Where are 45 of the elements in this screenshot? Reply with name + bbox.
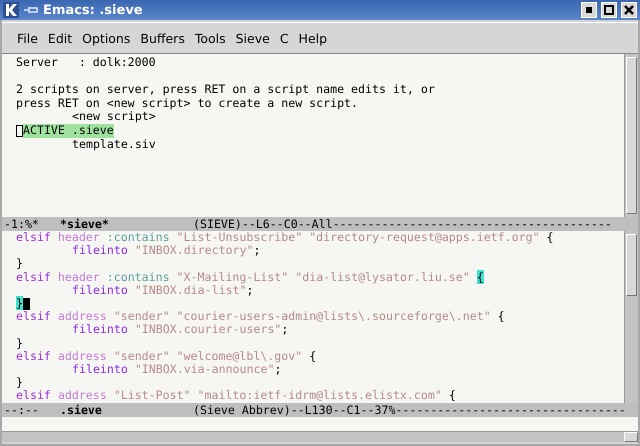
mode-position: (Sieve Abbrev)--L130--C1--37%--------------------------------- — [193, 403, 626, 417]
buffer-name: .sieve — [60, 403, 103, 417]
script-entry[interactable]: ACTIVE .sieve — [23, 124, 114, 138]
pin-icon[interactable] — [23, 5, 39, 15]
menu-item[interactable]: Buffers — [135, 28, 190, 48]
menu-item[interactable]: Tools — [190, 28, 231, 48]
minimize-button[interactable] — [581, 2, 597, 18]
instructions-text: 2 scripts on server, press RET on a script name edits it, or press RET on <new script> to create a new script. — [16, 83, 435, 110]
code-line: } — [16, 376, 23, 390]
menu-item[interactable]: Edit — [42, 28, 78, 48]
scrollbar-thumb[interactable] — [626, 57, 637, 214]
scrollbar[interactable] — [624, 231, 638, 403]
code-line: elsif header :contains "List-Unsubscribe" "directory-request@apps.ietf.org" { — [16, 231, 554, 244]
maximize-button[interactable] — [601, 2, 617, 18]
script-entry[interactable]: <new script> — [72, 110, 156, 124]
app-logo-icon — [3, 2, 19, 18]
code-line: elsif address "sender" "welcome@lbl\.gov" { — [16, 350, 316, 364]
maximize-icon — [604, 5, 614, 15]
buffer-status: -1:%* — [4, 217, 40, 231]
scrollbar-thumb[interactable] — [626, 234, 637, 296]
window-title: Emacs: .sieve — [43, 2, 144, 18]
mode-position: (SIEVE)--L6--C0--All---------------------------------------- — [193, 217, 612, 231]
menu-item[interactable]: Help — [294, 28, 332, 48]
menu-item[interactable]: C — [274, 28, 294, 48]
code-line: fileinto "INBOX.via-announce"; — [71, 363, 282, 376]
scrollbar[interactable] — [624, 54, 638, 217]
close-icon — [624, 5, 634, 15]
buffer-name: *sieve* — [60, 217, 110, 231]
code-line: } — [16, 257, 23, 271]
code-line: elsif header :contains "X-Mailing-List" "dia-list@lysator.liu.se" { — [16, 270, 484, 284]
scrollbar-handle[interactable] — [624, 432, 638, 442]
menu-item[interactable]: Sieve — [230, 28, 275, 48]
menu-item[interactable]: File — [12, 28, 43, 48]
code-line: fileinto "INBOX.courier-users"; — [71, 323, 288, 337]
code-line: elsif address "List-Post" "mailto:ietf-idrm@lists.elistx.com" { — [16, 389, 456, 403]
buffer-status: --:-- — [4, 403, 40, 417]
server-line: Server : dolk:2000 — [16, 56, 156, 70]
code-line: fileinto "INBOX.directory"; — [71, 244, 260, 258]
code-line: } — [16, 336, 23, 350]
close-button[interactable] — [621, 2, 637, 18]
menu-item[interactable]: Options — [77, 28, 136, 48]
minimize-icon — [586, 7, 592, 13]
code-line: elsif address "sender" "courier-users-admin@lists\.sourceforge\.net" { — [16, 310, 505, 324]
script-entry[interactable]: template.siv — [72, 138, 156, 152]
code-line: fileinto "INBOX.dia-list"; — [71, 284, 254, 298]
